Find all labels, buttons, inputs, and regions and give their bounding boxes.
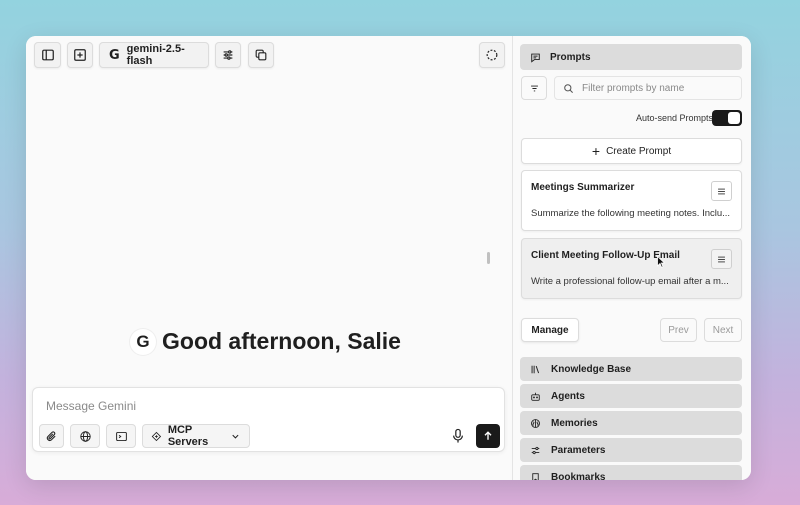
mcp-servers-button[interactable]: MCP Servers [142,424,250,448]
prev-page-button[interactable]: Prev [660,318,697,342]
mouse-cursor-icon [657,256,665,268]
prompt-title: Meetings Summarizer [531,182,635,193]
section-parameters[interactable]: Parameters [520,438,742,462]
toggle-knob [728,112,740,124]
filter-button[interactable] [521,76,547,100]
manage-prompts-button[interactable]: Manage [521,318,579,342]
greeting-text: Good afternoon, Salie [162,328,401,354]
create-prompt-label: Create Prompt [606,145,672,157]
plus-icon: + [591,143,601,159]
mcp-servers-label: MCP Servers [167,424,209,448]
prompts-sidebar: Prompts Auto-send Prompts + Create Promp… [512,36,751,480]
toggle-sidebar-button[interactable] [34,42,61,68]
section-label: Agents [551,390,585,402]
menu-lines-icon [718,188,725,194]
message-square-icon [531,53,540,63]
app-window: G gemini-2.5-flash G Good afternoon, Sal… [26,36,751,480]
web-search-button[interactable] [70,424,100,448]
new-chat-button[interactable] [67,42,93,68]
section-memories[interactable]: Memories [520,411,742,435]
message-input[interactable]: Message Gemini [46,399,136,413]
section-label: Memories [551,417,598,429]
bot-icon [531,392,540,401]
copy-button[interactable] [248,42,274,68]
section-agents[interactable]: Agents [520,384,742,408]
settings-button[interactable] [215,42,241,68]
prompt-menu-button[interactable] [711,181,732,201]
model-label: gemini-2.5-flash [126,43,185,67]
menu-lines-icon [718,256,725,262]
autosend-label: Auto-send Prompts [636,113,714,123]
prompt-description: Summarize the following meeting notes. I… [531,208,731,219]
microphone-button[interactable] [450,427,466,445]
plug-icon [151,431,162,441]
google-logo-icon: G [130,328,156,355]
terminal-icon [115,431,127,441]
filter-prompts-field[interactable] [554,76,742,100]
prompts-section-header[interactable]: Prompts [520,44,742,70]
send-button[interactable] [476,424,500,448]
copy-icon [255,49,267,61]
chat-pane: G gemini-2.5-flash G Good afternoon, Sal… [26,36,512,480]
temporary-chat-button[interactable] [479,42,505,68]
scrollbar-handle[interactable] [487,252,490,264]
section-bookmarks[interactable]: Bookmarks [520,465,742,480]
arrow-up-icon [484,431,492,440]
section-label: Parameters [551,444,606,456]
sliders-icon [223,50,233,60]
message-composer: Message Gemini MCP Servers [32,387,505,452]
prompt-menu-button[interactable] [711,249,732,269]
paperclip-icon [46,430,56,441]
prompt-card[interactable]: Meetings Summarizer Summarize the follow… [521,170,742,231]
filter-icon [530,85,538,91]
brain-icon [531,418,540,428]
chevron-down-icon [232,434,239,439]
filter-prompts-input[interactable] [582,82,732,94]
attach-button[interactable] [39,424,64,448]
next-page-button[interactable]: Next [704,318,742,342]
sidebar-icon [41,49,54,61]
greeting: G Good afternoon, Salie [130,328,401,355]
microphone-icon [453,428,463,443]
library-icon [531,365,540,373]
prompt-description: Write a professional follow-up email aft… [531,276,729,287]
search-icon [564,83,573,93]
section-label: Bookmarks [551,471,606,481]
plus-square-icon [74,49,86,61]
autosend-toggle[interactable] [712,110,742,126]
sliders-icon [531,446,540,454]
prompt-card[interactable]: Client Meeting Follow-Up Email Write a p… [521,238,742,299]
globe-icon [79,430,91,442]
model-selector-button[interactable]: G gemini-2.5-flash [99,42,209,68]
prompts-title: Prompts [550,51,591,63]
create-prompt-button[interactable]: + Create Prompt [521,138,742,164]
section-knowledge-base[interactable]: Knowledge Base [520,357,742,381]
bookmark-icon [532,472,539,480]
section-label: Knowledge Base [551,363,632,375]
google-logo-icon: G [109,47,120,63]
dashed-circle-icon [486,49,498,61]
code-button[interactable] [106,424,136,448]
